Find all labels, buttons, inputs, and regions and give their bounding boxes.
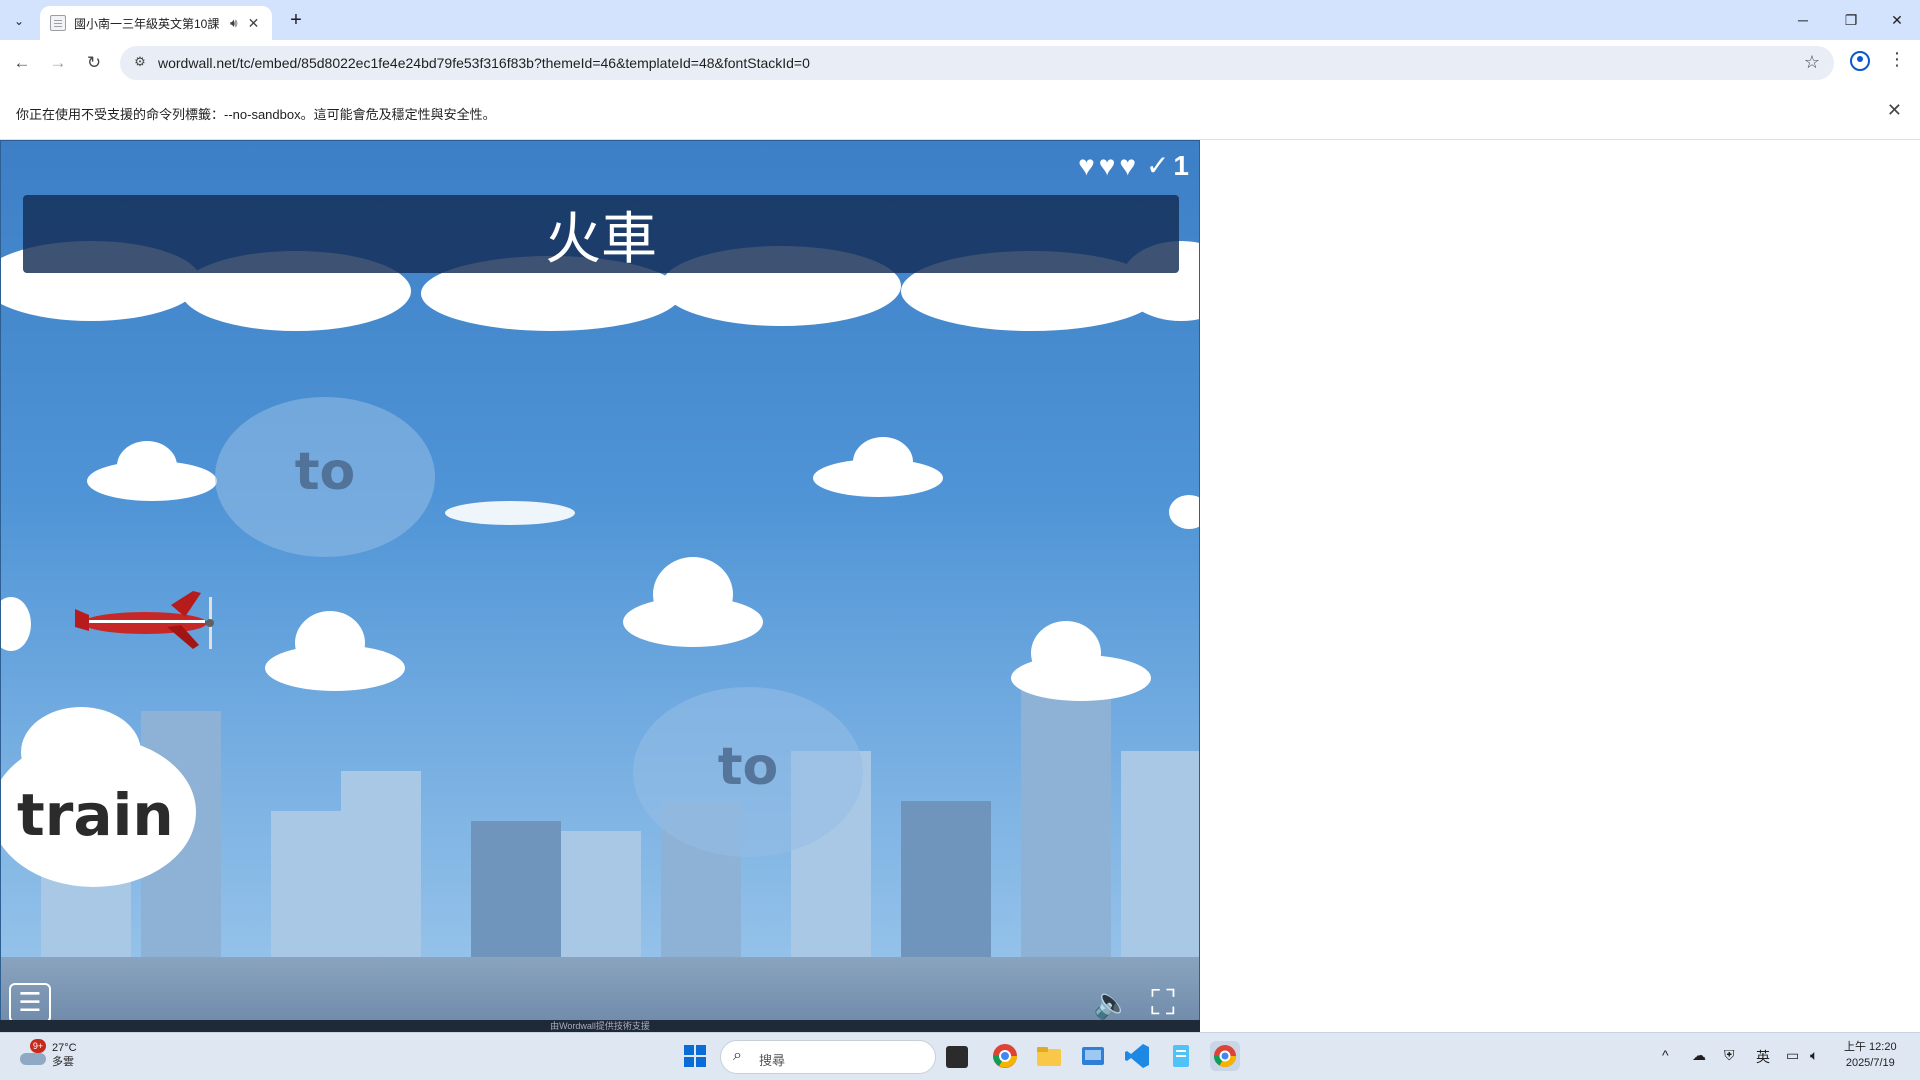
- back-button[interactable]: ←: [8, 49, 36, 77]
- tab-search-button[interactable]: ⌄: [6, 8, 32, 34]
- life-heart-icon: ♥: [1119, 149, 1136, 181]
- search-icon: ⌕: [733, 1047, 742, 1064]
- question-prompt-text: 火車: [545, 206, 657, 272]
- cloud: [813, 437, 943, 497]
- system-clock[interactable]: 上午 12:20 2025/7/19: [1844, 1039, 1897, 1071]
- windows-taskbar: 9+ 27°C 多雲 ⌕ 搜尋 ^ ☁ ⛨ 英 ▭ 🔈︎ 上午 12:20 20…: [0, 1032, 1920, 1080]
- task-view-icon[interactable]: [946, 1046, 968, 1068]
- windows-start-icon[interactable]: [680, 1041, 710, 1071]
- warning-infobar: 你正在使用不受支援的命令列標籤：--no-sandbox。這可能會危及穩定性與安…: [0, 86, 1920, 140]
- cloud: [1169, 495, 1199, 535]
- infobar-message: 你正在使用不受支援的命令列標籤：--no-sandbox。這可能會危及穩定性與安…: [16, 107, 496, 122]
- close-window-button[interactable]: ✕: [1874, 0, 1920, 40]
- cloud: [1011, 621, 1151, 701]
- building: [1121, 751, 1199, 971]
- cloud: [87, 441, 217, 501]
- word-cloud-option[interactable]: to: [215, 377, 435, 567]
- score-value: 1: [1173, 149, 1189, 181]
- weather-widget[interactable]: 9+ 27°C 多雲: [20, 1039, 77, 1069]
- chevron-down-icon: ⌄: [13, 14, 25, 28]
- sound-toggle-icon[interactable]: 🔈: [1093, 986, 1130, 1021]
- new-tab-button[interactable]: +: [282, 6, 310, 34]
- infobar-close-icon[interactable]: ✕: [1887, 100, 1902, 121]
- building: [471, 821, 561, 971]
- page-favicon-icon: [50, 15, 66, 31]
- weather-condition: 多雲: [52, 1056, 74, 1068]
- building: [901, 801, 991, 971]
- credit-text: 由Wordwall提供技術支援: [0, 1020, 1200, 1032]
- tray-chevron-icon[interactable]: ^: [1662, 1047, 1669, 1063]
- app-icon[interactable]: [1078, 1041, 1108, 1071]
- player-word: train: [17, 781, 174, 849]
- speaker-icon[interactable]: 🔊︎: [230, 16, 238, 31]
- search-placeholder: 搜尋: [759, 1053, 786, 1068]
- building: [1021, 681, 1111, 971]
- browser-toolbar: ← → ↻ ⚙ wordwall.net/tc/embed/85d8022ec1…: [0, 40, 1920, 86]
- life-heart-icon: ♥: [1078, 149, 1095, 181]
- forward-button[interactable]: →: [44, 49, 72, 77]
- cloud: [623, 557, 763, 647]
- cloud: [1, 597, 31, 657]
- taskbar-search-input[interactable]: ⌕ 搜尋: [720, 1040, 936, 1074]
- game-menu-button[interactable]: ☰: [9, 983, 51, 1023]
- word-cloud-text: to: [717, 737, 779, 797]
- file-explorer-icon[interactable]: [1034, 1041, 1064, 1071]
- cloud: [445, 495, 575, 525]
- ime-indicator[interactable]: 英: [1756, 1047, 1770, 1067]
- tab-close-icon[interactable]: ✕: [248, 15, 260, 32]
- question-prompt-box: 火車: [23, 195, 1179, 273]
- minimize-button[interactable]: ─: [1780, 0, 1826, 40]
- chrome-active-icon[interactable]: [1210, 1041, 1240, 1071]
- browser-menu-icon[interactable]: ⋮: [1888, 49, 1906, 70]
- game-canvas[interactable]: 火車 ♥ ♥ ♥ ✓ 1 to to train ☰ 🔈 ⛶: [0, 140, 1200, 1032]
- onedrive-icon[interactable]: ☁: [1692, 1047, 1706, 1064]
- word-cloud-option[interactable]: to: [633, 667, 863, 867]
- clock-date: 2025/7/19: [1845, 1057, 1895, 1069]
- network-icon[interactable]: ▭: [1786, 1047, 1799, 1064]
- red-biplane-icon: [75, 591, 214, 649]
- clock-time: 上午 12:20: [1844, 1041, 1897, 1053]
- browser-tab[interactable]: 國小南一三年級英文第10課 🔊︎ ✕: [40, 6, 272, 40]
- security-shield-icon[interactable]: ⛨: [1724, 1047, 1735, 1064]
- reload-button[interactable]: ↻: [80, 49, 108, 77]
- fullscreen-icon[interactable]: ⛶: [1151, 984, 1175, 1023]
- site-info-icon[interactable]: ⚙: [130, 54, 150, 72]
- url-text[interactable]: wordwall.net/tc/embed/85d8022ec1fe4e24bd…: [158, 55, 810, 71]
- weather-temp: 27°C: [52, 1042, 77, 1054]
- vscode-icon[interactable]: [1122, 1041, 1152, 1071]
- restore-button[interactable]: ❐: [1828, 0, 1874, 40]
- tab-strip: ⌄ 國小南一三年級英文第10課 🔊︎ ✕ + ─ ❐ ✕: [0, 0, 1920, 40]
- address-bar[interactable]: ⚙ wordwall.net/tc/embed/85d8022ec1fe4e24…: [120, 46, 1834, 80]
- word-cloud-text: to: [294, 442, 356, 502]
- building: [561, 831, 641, 971]
- weather-badge: 9+: [30, 1039, 46, 1053]
- life-heart-icon: ♥: [1098, 149, 1116, 181]
- profile-avatar-icon[interactable]: [1850, 51, 1870, 71]
- notepad-icon[interactable]: [1166, 1041, 1196, 1071]
- cloud-weather-icon: 9+: [20, 1039, 46, 1065]
- cloud: [265, 611, 405, 691]
- check-icon: ✓: [1145, 150, 1170, 181]
- chrome-icon[interactable]: [990, 1041, 1020, 1071]
- tab-title: 國小南一三年級英文第10課: [74, 16, 220, 31]
- building: [341, 771, 421, 971]
- bookmark-star-icon[interactable]: ☆: [1804, 52, 1820, 73]
- hud: ♥ ♥ ♥ ✓ 1: [1078, 149, 1189, 182]
- volume-icon[interactable]: 🔈︎: [1810, 1047, 1818, 1064]
